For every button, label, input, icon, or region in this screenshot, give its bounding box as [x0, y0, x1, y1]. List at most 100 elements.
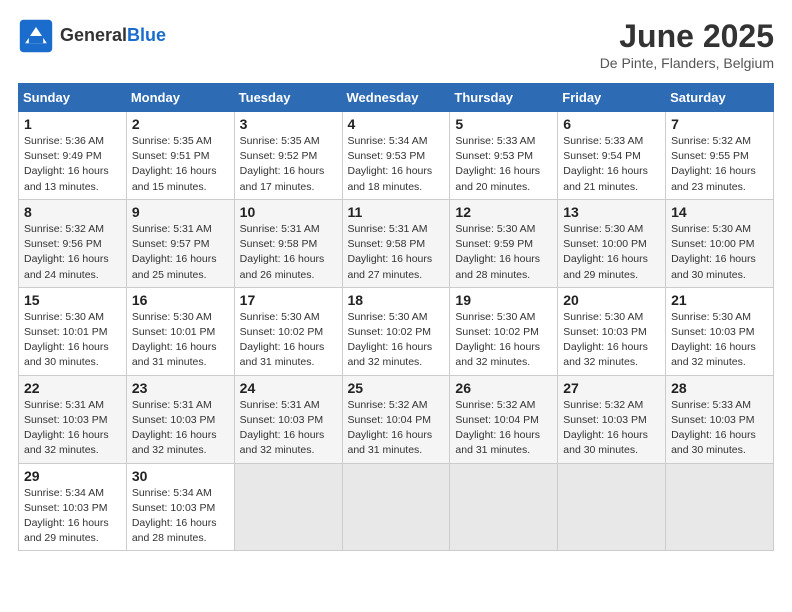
day-detail: Sunrise: 5:33 AMSunset: 9:53 PMDaylight:… [455, 135, 540, 193]
table-row: 5 Sunrise: 5:33 AMSunset: 9:53 PMDayligh… [450, 112, 558, 200]
table-row: 25 Sunrise: 5:32 AMSunset: 10:04 PMDayli… [342, 375, 450, 463]
day-detail: Sunrise: 5:35 AMSunset: 9:51 PMDaylight:… [132, 135, 217, 193]
day-number: 7 [671, 116, 768, 132]
day-detail: Sunrise: 5:35 AMSunset: 9:52 PMDaylight:… [240, 135, 325, 193]
day-detail: Sunrise: 5:30 AMSunset: 10:02 PMDaylight… [240, 311, 325, 369]
calendar-week-row: 15 Sunrise: 5:30 AMSunset: 10:01 PMDayli… [19, 287, 774, 375]
day-number: 15 [24, 292, 121, 308]
table-row: 19 Sunrise: 5:30 AMSunset: 10:02 PMDayli… [450, 287, 558, 375]
table-row: 26 Sunrise: 5:32 AMSunset: 10:04 PMDayli… [450, 375, 558, 463]
calendar-title: June 2025 [600, 18, 774, 55]
calendar-table: Sunday Monday Tuesday Wednesday Thursday… [18, 83, 774, 551]
day-detail: Sunrise: 5:30 AMSunset: 10:02 PMDaylight… [348, 311, 433, 369]
calendar-subtitle: De Pinte, Flanders, Belgium [600, 55, 774, 71]
table-row: 16 Sunrise: 5:30 AMSunset: 10:01 PMDayli… [126, 287, 234, 375]
day-number: 12 [455, 204, 552, 220]
day-number: 17 [240, 292, 337, 308]
day-detail: Sunrise: 5:32 AMSunset: 9:55 PMDaylight:… [671, 135, 756, 193]
day-detail: Sunrise: 5:36 AMSunset: 9:49 PMDaylight:… [24, 135, 109, 193]
day-detail: Sunrise: 5:31 AMSunset: 9:58 PMDaylight:… [240, 223, 325, 281]
day-detail: Sunrise: 5:31 AMSunset: 10:03 PMDaylight… [24, 399, 109, 457]
table-row: 12 Sunrise: 5:30 AMSunset: 9:59 PMDaylig… [450, 199, 558, 287]
day-number: 3 [240, 116, 337, 132]
day-number: 18 [348, 292, 445, 308]
table-row: 22 Sunrise: 5:31 AMSunset: 10:03 PMDayli… [19, 375, 127, 463]
day-detail: Sunrise: 5:32 AMSunset: 10:04 PMDaylight… [348, 399, 433, 457]
header-sunday: Sunday [19, 84, 127, 112]
day-number: 2 [132, 116, 229, 132]
weekday-header-row: Sunday Monday Tuesday Wednesday Thursday… [19, 84, 774, 112]
day-detail: Sunrise: 5:30 AMSunset: 10:03 PMDaylight… [563, 311, 648, 369]
table-row: 11 Sunrise: 5:31 AMSunset: 9:58 PMDaylig… [342, 199, 450, 287]
table-row: 18 Sunrise: 5:30 AMSunset: 10:02 PMDayli… [342, 287, 450, 375]
day-number: 26 [455, 380, 552, 396]
day-number: 8 [24, 204, 121, 220]
empty-cell [234, 463, 342, 551]
day-number: 23 [132, 380, 229, 396]
calendar-week-row: 29 Sunrise: 5:34 AMSunset: 10:03 PMDayli… [19, 463, 774, 551]
table-row: 27 Sunrise: 5:32 AMSunset: 10:03 PMDayli… [558, 375, 666, 463]
day-number: 28 [671, 380, 768, 396]
day-number: 6 [563, 116, 660, 132]
header-saturday: Saturday [666, 84, 774, 112]
day-detail: Sunrise: 5:34 AMSunset: 9:53 PMDaylight:… [348, 135, 433, 193]
day-number: 25 [348, 380, 445, 396]
table-row: 1 Sunrise: 5:36 AMSunset: 9:49 PMDayligh… [19, 112, 127, 200]
day-detail: Sunrise: 5:30 AMSunset: 10:01 PMDaylight… [132, 311, 217, 369]
table-row: 8 Sunrise: 5:32 AMSunset: 9:56 PMDayligh… [19, 199, 127, 287]
table-row: 17 Sunrise: 5:30 AMSunset: 10:02 PMDayli… [234, 287, 342, 375]
table-row: 15 Sunrise: 5:30 AMSunset: 10:01 PMDayli… [19, 287, 127, 375]
header-thursday: Thursday [450, 84, 558, 112]
day-number: 13 [563, 204, 660, 220]
day-detail: Sunrise: 5:34 AMSunset: 10:03 PMDaylight… [132, 487, 217, 545]
day-number: 19 [455, 292, 552, 308]
calendar-week-row: 1 Sunrise: 5:36 AMSunset: 9:49 PMDayligh… [19, 112, 774, 200]
day-number: 11 [348, 204, 445, 220]
table-row: 21 Sunrise: 5:30 AMSunset: 10:03 PMDayli… [666, 287, 774, 375]
title-block: June 2025 De Pinte, Flanders, Belgium [600, 18, 774, 71]
day-detail: Sunrise: 5:31 AMSunset: 9:57 PMDaylight:… [132, 223, 217, 281]
day-number: 14 [671, 204, 768, 220]
table-row: 23 Sunrise: 5:31 AMSunset: 10:03 PMDayli… [126, 375, 234, 463]
day-number: 27 [563, 380, 660, 396]
day-detail: Sunrise: 5:33 AMSunset: 9:54 PMDaylight:… [563, 135, 648, 193]
day-detail: Sunrise: 5:31 AMSunset: 9:58 PMDaylight:… [348, 223, 433, 281]
day-number: 22 [24, 380, 121, 396]
empty-cell [342, 463, 450, 551]
table-row: 20 Sunrise: 5:30 AMSunset: 10:03 PMDayli… [558, 287, 666, 375]
day-detail: Sunrise: 5:30 AMSunset: 10:03 PMDaylight… [671, 311, 756, 369]
day-detail: Sunrise: 5:30 AMSunset: 10:00 PMDaylight… [671, 223, 756, 281]
day-number: 29 [24, 468, 121, 484]
day-number: 24 [240, 380, 337, 396]
header-monday: Monday [126, 84, 234, 112]
day-detail: Sunrise: 5:31 AMSunset: 10:03 PMDaylight… [240, 399, 325, 457]
header-friday: Friday [558, 84, 666, 112]
logo: GeneralBlue [18, 18, 166, 54]
day-number: 20 [563, 292, 660, 308]
table-row: 2 Sunrise: 5:35 AMSunset: 9:51 PMDayligh… [126, 112, 234, 200]
day-detail: Sunrise: 5:32 AMSunset: 9:56 PMDaylight:… [24, 223, 109, 281]
day-number: 4 [348, 116, 445, 132]
page-header: GeneralBlue June 2025 De Pinte, Flanders… [18, 18, 774, 71]
day-number: 16 [132, 292, 229, 308]
day-detail: Sunrise: 5:32 AMSunset: 10:03 PMDaylight… [563, 399, 648, 457]
table-row: 4 Sunrise: 5:34 AMSunset: 9:53 PMDayligh… [342, 112, 450, 200]
table-row: 29 Sunrise: 5:34 AMSunset: 10:03 PMDayli… [19, 463, 127, 551]
table-row: 6 Sunrise: 5:33 AMSunset: 9:54 PMDayligh… [558, 112, 666, 200]
day-detail: Sunrise: 5:30 AMSunset: 10:02 PMDaylight… [455, 311, 540, 369]
table-row: 30 Sunrise: 5:34 AMSunset: 10:03 PMDayli… [126, 463, 234, 551]
table-row: 10 Sunrise: 5:31 AMSunset: 9:58 PMDaylig… [234, 199, 342, 287]
empty-cell [558, 463, 666, 551]
table-row: 9 Sunrise: 5:31 AMSunset: 9:57 PMDayligh… [126, 199, 234, 287]
table-row: 28 Sunrise: 5:33 AMSunset: 10:03 PMDayli… [666, 375, 774, 463]
header-tuesday: Tuesday [234, 84, 342, 112]
empty-cell [450, 463, 558, 551]
day-detail: Sunrise: 5:32 AMSunset: 10:04 PMDaylight… [455, 399, 540, 457]
day-number: 30 [132, 468, 229, 484]
table-row: 13 Sunrise: 5:30 AMSunset: 10:00 PMDayli… [558, 199, 666, 287]
day-detail: Sunrise: 5:31 AMSunset: 10:03 PMDaylight… [132, 399, 217, 457]
logo-text-line1: GeneralBlue [60, 26, 166, 46]
calendar-week-row: 8 Sunrise: 5:32 AMSunset: 9:56 PMDayligh… [19, 199, 774, 287]
day-detail: Sunrise: 5:33 AMSunset: 10:03 PMDaylight… [671, 399, 756, 457]
empty-cell [666, 463, 774, 551]
